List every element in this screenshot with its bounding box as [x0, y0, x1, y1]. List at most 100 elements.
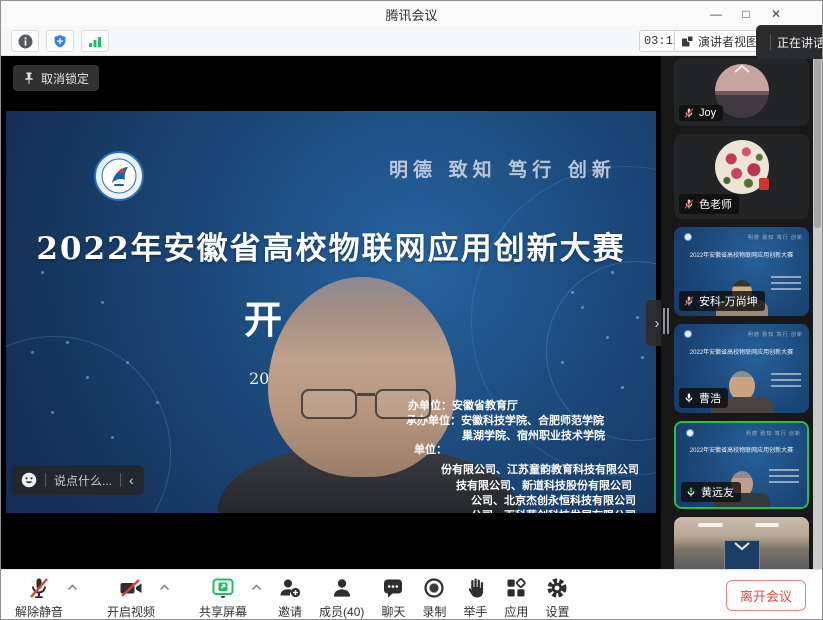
- speaking-toast-text: 正在讲话: [777, 34, 822, 51]
- window-controls: — □ ✕: [701, 1, 791, 26]
- mic-speaking-icon: [685, 486, 697, 498]
- mini-motto: 明德 致知 笃行 创新: [748, 331, 803, 338]
- apps-button[interactable]: 应用: [504, 575, 528, 620]
- participant-name-badge: 曹浩: [679, 388, 728, 408]
- camera-off-icon: [118, 576, 144, 600]
- slide-org-line: 单位：: [414, 441, 447, 457]
- slide-org-line: 份有限公司、江苏童韵教育科技有限公司: [441, 461, 639, 477]
- share-screen-button[interactable]: 共享屏幕: [199, 575, 247, 620]
- sidebar-expand-tab[interactable]: ›: [646, 300, 661, 346]
- mic-muted-icon: [683, 198, 695, 210]
- participant-tile-huangyuanyou-active[interactable]: 明德 致知 笃行 创新 2022年安徽省高校物联网应用创新大赛 黄远友: [674, 421, 809, 509]
- mic-on-icon: [683, 392, 695, 404]
- participants-sidebar: Joy 色老师 明德 致知 笃行 创新 2022年安徽省高校物联网应用创新大赛: [661, 56, 823, 569]
- avatar-stamp: [759, 178, 769, 190]
- participant-tile-meeting-room[interactable]: [674, 517, 809, 569]
- window-title: 腾讯会议: [1, 5, 822, 24]
- toolbar-left-group: 解除静音 开启视频: [15, 575, 169, 620]
- slide-org-line: 公司、百科荣创科技发展有限公司: [471, 507, 636, 513]
- minimize-button[interactable]: —: [701, 1, 731, 26]
- expand-icon: ›: [655, 315, 660, 332]
- share-screen-icon: [211, 576, 235, 600]
- leave-meeting-label: 离开会议: [740, 589, 792, 604]
- slide-org-line: 巢湖学院、宿州职业技术学院: [462, 427, 605, 443]
- participant-tile-wanshangkun[interactable]: 明德 致知 笃行 创新 2022年安徽省高校物联网应用创新大赛 安科-万尚坤: [674, 227, 809, 316]
- invite-label: 邀请: [278, 603, 302, 620]
- slide-org-line: 承办单位：安徽科技学院、合肥师范学院: [406, 412, 604, 428]
- chat-button[interactable]: 聊天: [381, 575, 405, 620]
- slide-org-line: 技有限公司、新道科技股份有限公司: [456, 477, 632, 493]
- quick-chat-input[interactable]: 说点什么... ‹: [11, 465, 144, 495]
- mini-motto: 明德 致知 笃行 创新: [746, 430, 801, 437]
- mini-slide-title: 2022年安徽省高校物联网应用创新大赛: [676, 250, 807, 259]
- slide-motto: 明德 致知 笃行 创新: [389, 155, 616, 182]
- topbar-status-icons: [11, 30, 109, 52]
- chat-placeholder: 说点什么...: [54, 472, 112, 489]
- mic-muted-icon: [683, 295, 695, 307]
- members-button[interactable]: 成员(40): [319, 575, 364, 620]
- close-button[interactable]: ✕: [761, 1, 791, 26]
- speaker-view-button[interactable]: 演讲者视图: [674, 30, 765, 52]
- chat-label: 聊天: [381, 603, 405, 620]
- participant-name-badge: Joy: [679, 105, 723, 121]
- scroll-down-icon[interactable]: [733, 541, 751, 551]
- layout-view-icon: [681, 35, 694, 48]
- mini-motto: 明德 致知 笃行 创新: [748, 234, 803, 241]
- chevron-up-icon[interactable]: [251, 584, 262, 591]
- titlebar: 腾讯会议 — □ ✕: [1, 1, 822, 26]
- leave-meeting-button[interactable]: 离开会议: [726, 580, 806, 611]
- settings-label: 设置: [545, 603, 569, 620]
- speaker-view-label: 演讲者视图: [698, 33, 758, 50]
- participant-name-badge: 安科-万尚坤: [679, 291, 765, 311]
- chevron-up-icon[interactable]: [159, 584, 170, 591]
- chevron-up-icon[interactable]: [67, 584, 78, 591]
- toolbar-center-group: 共享屏幕 邀请 成员(40) 聊天 录制 举手: [199, 575, 569, 620]
- network-signal-button[interactable]: [81, 30, 109, 52]
- settings-button[interactable]: 设置: [545, 575, 569, 620]
- close-icon: ✕: [771, 7, 781, 21]
- unmute-button[interactable]: 解除静音: [15, 575, 63, 620]
- raise-hand-label: 举手: [463, 603, 487, 620]
- panel-drag-handle[interactable]: [663, 308, 671, 334]
- main-video-pinned: 明德 致知 笃行 创新 2022年安徽省高校物联网应用创新大赛 开 2022年 …: [1, 56, 661, 569]
- scroll-up-icon[interactable]: [733, 64, 751, 74]
- toast-divider: [770, 34, 771, 50]
- chat-divider: [45, 473, 46, 487]
- security-shield-button[interactable]: [46, 30, 74, 52]
- sidebar-scrollbar[interactable]: [813, 56, 822, 569]
- participant-tile-joy[interactable]: Joy: [674, 58, 809, 126]
- settings-gear-icon: [545, 576, 569, 600]
- participant-name: Joy: [699, 107, 716, 119]
- record-button[interactable]: 录制: [422, 575, 446, 620]
- participant-name-badge: 黄远友: [681, 482, 741, 502]
- start-video-label: 开启视频: [107, 603, 155, 620]
- shield-icon: [53, 34, 67, 49]
- slide-org-line: 公司、北京杰创永恒科技有限公司: [471, 492, 636, 508]
- participant-name-badge: 色老师: [679, 194, 739, 214]
- start-video-button[interactable]: 开启视频: [107, 575, 155, 620]
- mini-logo: [684, 330, 692, 338]
- chat-collapse-icon[interactable]: ‹: [129, 472, 134, 488]
- unpin-button[interactable]: 取消锁定: [13, 65, 99, 91]
- tencent-meeting-window: 腾讯会议 — □ ✕ 03:12 演讲者视图 正在讲话: [0, 0, 823, 620]
- chat-divider: [120, 473, 121, 487]
- main-region: 明德 致知 笃行 创新 2022年安徽省高校物联网应用创新大赛 开 2022年 …: [1, 56, 822, 569]
- raise-hand-icon: [464, 576, 486, 600]
- invite-button[interactable]: 邀请: [278, 575, 302, 620]
- members-label: 成员(40): [319, 603, 364, 620]
- signal-bars-icon: [88, 35, 103, 48]
- raise-hand-button[interactable]: 举手: [463, 575, 487, 620]
- unmute-label: 解除静音: [15, 603, 63, 620]
- participant-tile-laoshi[interactable]: 色老师: [674, 134, 809, 219]
- maximize-button[interactable]: □: [731, 1, 761, 26]
- meeting-info-button[interactable]: [11, 30, 39, 52]
- participant-tile-caohao[interactable]: 明德 致知 笃行 创新 2022年安徽省高校物联网应用创新大赛 曹浩: [674, 324, 809, 413]
- apps-grid-icon: [504, 576, 528, 600]
- meeting-topbar: 03:12 演讲者视图: [1, 26, 822, 56]
- minimize-icon: —: [710, 7, 722, 21]
- scrollbar-thumb[interactable]: [814, 58, 821, 228]
- university-logo: [94, 151, 144, 201]
- presenter-glasses: [301, 389, 431, 421]
- emoji-icon[interactable]: [21, 472, 37, 488]
- participant-name: 色老师: [699, 196, 732, 212]
